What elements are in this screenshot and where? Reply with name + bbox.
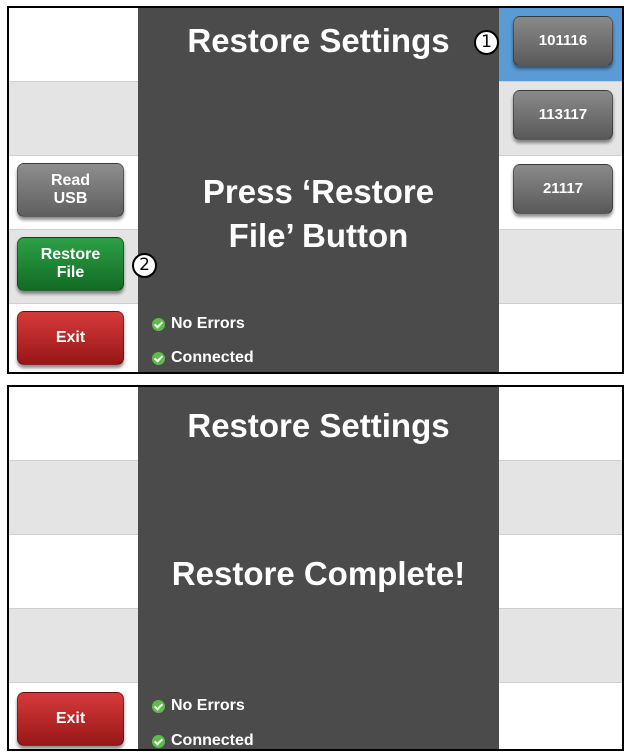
- completion-message: Restore Complete!: [171, 555, 466, 592]
- check-icon: [152, 317, 165, 331]
- check-icon: [152, 351, 165, 365]
- check-icon: [152, 699, 165, 713]
- left-row-2: [9, 461, 138, 535]
- exit-button[interactable]: Exit: [17, 311, 124, 365]
- instruction-line-1: Press ‘Restore: [202, 173, 435, 210]
- file-button-101116[interactable]: 101116: [513, 16, 613, 66]
- left-row-1: [9, 8, 138, 82]
- status-no-errors: No Errors: [152, 315, 245, 333]
- callout-2: 2: [132, 253, 157, 278]
- left-row-1: [9, 387, 138, 461]
- left-row-4: [9, 609, 138, 683]
- status-label: No Errors: [171, 315, 245, 332]
- status-label: Connected: [171, 732, 254, 749]
- restore-screen-complete: Exit Restore Settings Restore Complete! …: [7, 385, 624, 751]
- read-usb-button[interactable]: Read USB: [17, 163, 124, 217]
- right-row: [499, 535, 622, 609]
- main-panel: Restore Settings Press ‘Restore File’ Bu…: [138, 8, 499, 372]
- status-label: Connected: [171, 349, 254, 366]
- callout-1: 1: [474, 30, 499, 55]
- left-button-column: Read USB Restore File Exit: [9, 8, 138, 372]
- page-title: Restore Settings: [187, 22, 450, 59]
- file-row: [499, 304, 622, 372]
- file-button-113117[interactable]: 113117: [513, 90, 613, 140]
- right-row: [499, 609, 622, 683]
- file-button-21117[interactable]: 21117: [513, 164, 613, 214]
- status-connected: Connected: [152, 732, 254, 749]
- left-row-2: [9, 82, 138, 156]
- left-button-column: Exit: [9, 387, 138, 749]
- file-list-column: 101116 113117 21117: [499, 8, 622, 372]
- right-row: [499, 683, 622, 749]
- right-column: [499, 387, 622, 749]
- instruction-line-2: File’ Button: [228, 217, 409, 254]
- left-row-3: [9, 535, 138, 609]
- status-no-errors: No Errors: [152, 697, 245, 715]
- restore-file-button[interactable]: Restore File: [17, 237, 124, 291]
- page-title: Restore Settings: [187, 407, 450, 444]
- check-icon: [152, 734, 165, 748]
- status-connected: Connected: [152, 349, 254, 367]
- restore-screen-step1: Read USB Restore File Exit Restore Setti…: [7, 6, 624, 374]
- main-panel: Restore Settings Restore Complete! No Er…: [138, 387, 499, 749]
- file-row: [499, 230, 622, 304]
- right-row: [499, 461, 622, 535]
- right-row: [499, 387, 622, 461]
- exit-button[interactable]: Exit: [17, 692, 124, 746]
- status-label: No Errors: [171, 697, 245, 714]
